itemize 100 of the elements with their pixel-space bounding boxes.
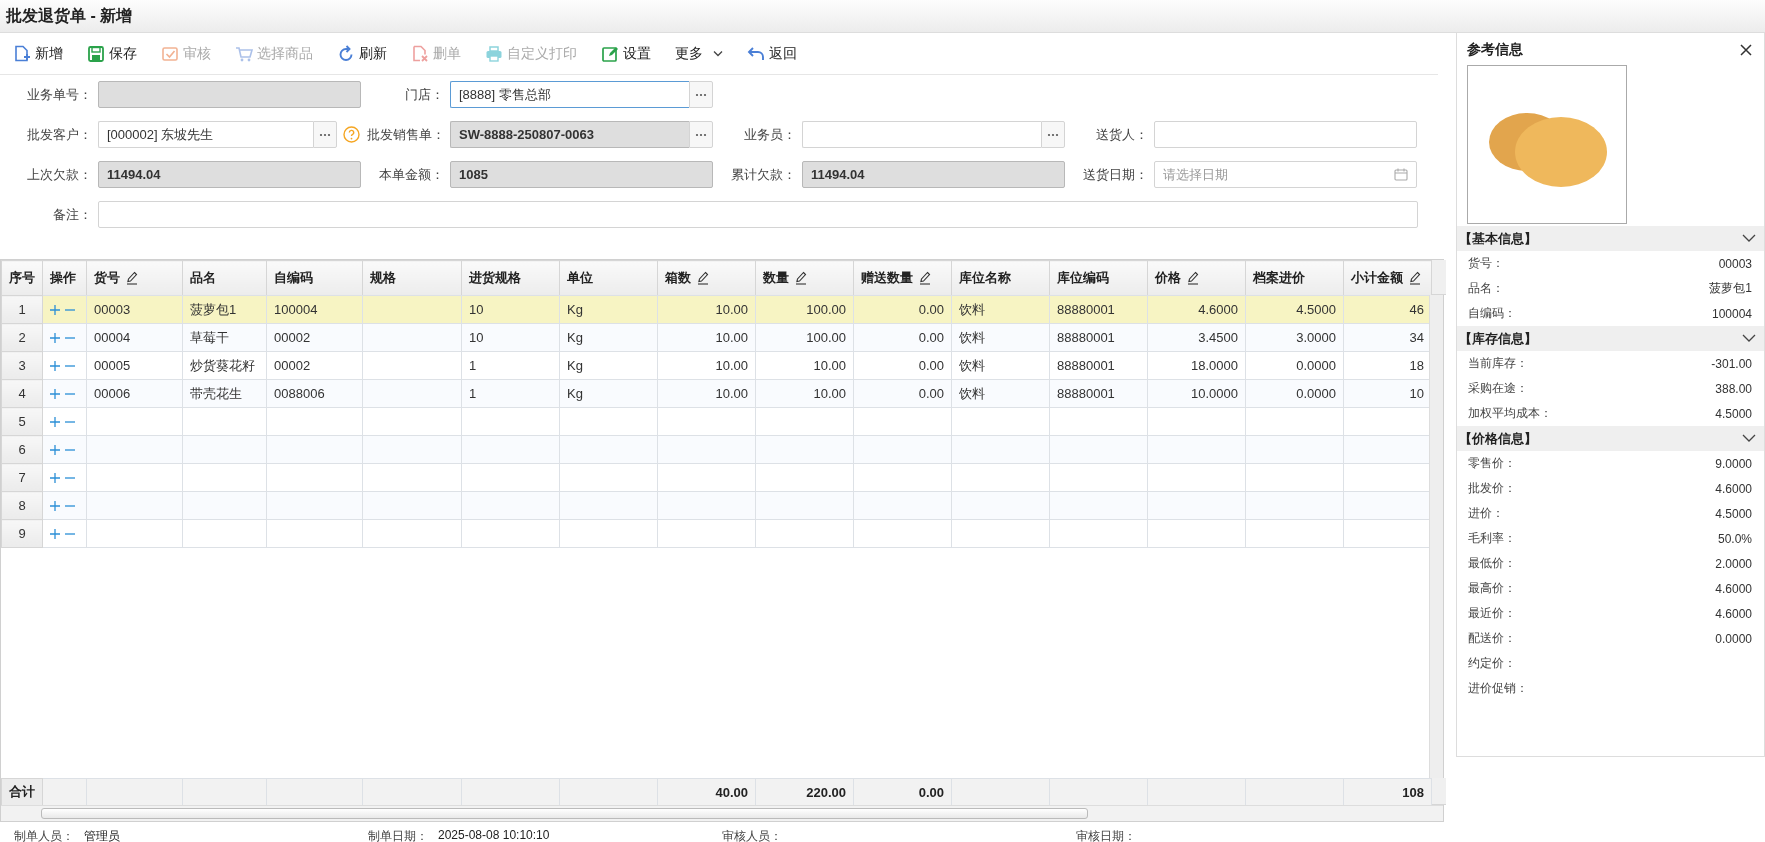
table-cell: 18.0000 [1147, 351, 1246, 380]
browse-button[interactable] [689, 81, 713, 108]
window-title: 批发退货单 - 新增 [6, 5, 133, 27]
table-cell: 0.00 [853, 379, 952, 408]
info-value: 4.6000 [1715, 481, 1752, 496]
table-cell: 0.00 [853, 323, 952, 352]
section-header[interactable]: 【价格信息】 [1457, 426, 1764, 451]
add-icon[interactable] [50, 388, 60, 399]
add-icon[interactable] [50, 360, 60, 371]
table-cell: 00002 [266, 351, 363, 380]
table-row[interactable]: 3 00005 炒货葵花籽 00002 1 Kg 10.00 10.00 0.00 饮料 88880001 18.0000 0.0000 18 [1, 351, 1429, 380]
chevron-icon [1742, 334, 1756, 343]
total-label: 合计 [1, 778, 43, 806]
info-label: 进价促销： [1468, 680, 1528, 697]
input-field[interactable]: 11494.04 [98, 161, 361, 188]
browse-button[interactable] [689, 121, 713, 148]
toolbar-button[interactable]: 保存 [86, 42, 138, 65]
help-icon[interactable] [343, 126, 360, 143]
input-field[interactable]: [8888] 零售总部 [450, 81, 689, 108]
table-cell: 草莓干 [182, 323, 267, 352]
caret-icon [713, 49, 723, 58]
add-icon[interactable] [50, 304, 60, 315]
table-cell: 46 [1343, 295, 1429, 324]
info-label: 零售价： [1468, 455, 1516, 472]
table-row[interactable]: 7 [1, 463, 1429, 492]
info-label: 最低价： [1468, 555, 1516, 572]
column-header: 库位编码 [1049, 260, 1148, 296]
field-label: 备注： [52, 206, 93, 224]
input-field[interactable] [1154, 121, 1417, 148]
table-cell: 4.5000 [1245, 295, 1344, 324]
table-cell: 0.0000 [1245, 379, 1344, 408]
table-cell: 10.00 [755, 379, 854, 408]
toolbar-button[interactable]: 更多 [674, 42, 724, 65]
scrollbar[interactable] [41, 808, 1088, 819]
input-field[interactable]: [000002] 东坡先生 [98, 121, 313, 148]
add-icon[interactable] [50, 332, 60, 343]
row-number: 5 [1, 407, 43, 436]
info-label: 加权平均成本： [1468, 405, 1552, 422]
toolbar-button[interactable]: 新增 [12, 42, 64, 65]
column-header: 库位名称 [951, 260, 1050, 296]
input-field[interactable] [98, 201, 1418, 228]
scrollbar[interactable] [1429, 295, 1443, 778]
table-row[interactable]: 6 [1, 435, 1429, 464]
table-cell: 10.0000 [1147, 379, 1246, 408]
toolbar-button[interactable]: 刷新 [336, 42, 388, 65]
browse-button[interactable] [313, 121, 337, 148]
info-label: 最高价： [1468, 580, 1516, 597]
table-row[interactable]: 8 [1, 491, 1429, 520]
footer-value: 管理员 [84, 828, 120, 842]
table-cell: 00006 [86, 379, 183, 408]
field-label: 门店： [404, 86, 445, 104]
table-cell: 3.0000 [1245, 323, 1344, 352]
ellipsis-icon [317, 131, 333, 138]
input-field[interactable]: 11494.04 [802, 161, 1065, 188]
browse-button[interactable] [1041, 121, 1065, 148]
section-header[interactable]: 【库存信息】 [1457, 326, 1764, 351]
table-row[interactable]: 2 00004 草莓干 00002 10 Kg 10.00 100.00 0.00 饮料 88880001 3.4500 3.0000 34 [1, 323, 1429, 352]
input-field[interactable]: SW-8888-250807-0063 [450, 121, 689, 148]
info-value: 100004 [1711, 306, 1752, 321]
column-header: 操作 [42, 260, 87, 296]
table-row[interactable]: 5 [1, 407, 1429, 436]
table-cell: 炒货葵花籽 [182, 351, 267, 380]
total-cell: 40.00 [657, 778, 756, 806]
table-cell: 饮料 [951, 295, 1050, 324]
input-field[interactable]: 1085 [450, 161, 713, 188]
row-number: 9 [1, 519, 43, 548]
table-cell: 10 [1343, 379, 1429, 408]
section-header[interactable]: 【基本信息】 [1457, 226, 1764, 251]
calendar-icon[interactable] [1394, 168, 1408, 181]
table-cell: 饮料 [951, 351, 1050, 380]
ellipsis-icon [1045, 131, 1061, 138]
table-row[interactable]: 9 [1, 519, 1429, 548]
table-cell: 1 [461, 351, 560, 380]
table-row[interactable]: 1 00003 菠萝包1 100004 10 Kg 10.00 100.00 0.00 饮料 88880001 4.6000 4.5000 46 [1, 295, 1429, 324]
table-cell: 0088006 [266, 379, 363, 408]
info-value: 4.5000 [1715, 406, 1752, 421]
return-arrow-icon [747, 44, 765, 63]
info-label: 批发价： [1468, 480, 1516, 497]
toolbar-button[interactable]: 返回 [746, 42, 798, 65]
table-cell: 88880001 [1049, 351, 1148, 380]
close-button[interactable] [1740, 44, 1752, 56]
input-field[interactable]: 请选择日期 [1154, 161, 1417, 188]
field-label: 上次欠款： [26, 166, 93, 184]
input-field[interactable] [802, 121, 1041, 148]
info-value: 388.00 [1715, 381, 1752, 396]
add-icon[interactable] [50, 416, 60, 427]
total-cell: 220.00 [755, 778, 854, 806]
info-value: 2.0000 [1715, 556, 1752, 571]
table-cell: 100.00 [755, 323, 854, 352]
info-label: 采购在途： [1468, 380, 1528, 397]
add-icon[interactable] [50, 500, 60, 511]
input-field[interactable] [98, 81, 361, 108]
toolbar-button[interactable]: 设置 [600, 42, 652, 65]
add-icon[interactable] [50, 528, 60, 539]
column-header: 单位 [559, 260, 658, 296]
table-row[interactable]: 4 00006 带壳花生 0088006 1 Kg 10.00 10.00 0.00 饮料 88880001 10.0000 0.0000 10 [1, 379, 1429, 408]
add-icon[interactable] [50, 472, 60, 483]
field-label: 业务单号： [26, 86, 93, 104]
add-icon[interactable] [50, 444, 60, 455]
checkbox-icon [161, 44, 179, 63]
